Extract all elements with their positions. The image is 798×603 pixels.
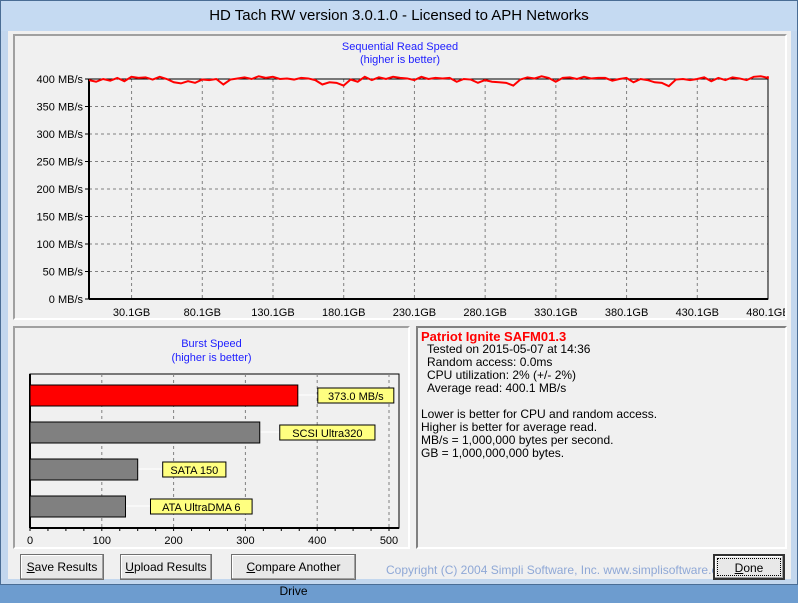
sequential-read-chart: 0 MB/s 50 MB/s 100 MB/s 150 MB/s 200 MB/s 250… (37, 74, 785, 318)
y-tick-label: 350 MB/s (37, 102, 84, 114)
burst-speed-panel: Burst Speed (higher is better) 0 100 200 30… (13, 326, 410, 549)
client-area: Sequential Read Speed (higher is better)… (8, 31, 791, 598)
x-tick-label: 380.1GB (605, 307, 648, 318)
done-label: one (743, 561, 764, 575)
average-read: Average read: 400.1 MB/s (427, 381, 567, 395)
y-tick-label: 250 MB/s (37, 157, 84, 169)
compare-accel: C (246, 560, 256, 574)
burst-bar (29, 458, 139, 481)
x-tick-label: 200 (164, 535, 182, 547)
x-tick-label: 500 (380, 535, 398, 547)
x-tick-label: 400 (308, 535, 326, 547)
save-accel: S (26, 560, 35, 574)
read-speed-line (88, 75, 769, 88)
upload-results-button[interactable]: Upload Results (120, 554, 212, 580)
note-gb: GB = 1,000,000,000 bytes. (421, 446, 565, 460)
done-accel: D (734, 561, 744, 575)
results-info-panel: Patriot Ignite SAFM01.3 Tested on 2015-0… (416, 326, 787, 549)
copyright-link[interactable]: Copyright (C) 2004 Simpli Software, Inc.… (386, 563, 734, 577)
x-tick-label: 480.1GB (746, 307, 785, 318)
save-label: ave Results (34, 560, 98, 574)
x-tick-label: 230.1GB (393, 307, 436, 318)
y-tick-label: 100 MB/s (37, 239, 84, 251)
x-tick-label: 100 (93, 535, 111, 547)
y-tick-label: 200 MB/s (37, 184, 84, 196)
upload-accel: U (125, 560, 134, 574)
compare-label: ompare Another Drive (255, 560, 341, 598)
burst-bar (29, 495, 126, 518)
app-window: HD Tach RW version 3.0.1.0 - Licensed to… (0, 0, 798, 598)
x-tick-label: 30.1GB (113, 307, 150, 318)
bar-label: SATA 150 (170, 465, 218, 477)
burst-bar (29, 384, 299, 407)
x-tick-label: 330.1GB (534, 307, 577, 318)
burst-bar (29, 421, 261, 444)
sequential-read-panel: Sequential Read Speed (higher is better)… (13, 34, 787, 320)
bar-label: ATA UltraDMA 6 (162, 502, 240, 514)
done-button[interactable]: Done (713, 554, 785, 580)
y-tick-label: 50 MB/s (43, 267, 84, 279)
x-tick-label: 0 (27, 535, 33, 547)
x-tick-label: 300 (236, 535, 254, 547)
bar-label: 373.0 MB/s (328, 391, 384, 403)
burst-speed-chart: 0 100 200 300 400 500 373.0 MB/s SCSI Ultra320 S… (27, 373, 400, 547)
y-tick-label: 150 MB/s (37, 212, 84, 224)
x-tick-label: 280.1GB (463, 307, 506, 318)
x-tick-label: 130.1GB (251, 307, 294, 318)
bar-label: SCSI Ultra320 (292, 428, 362, 440)
window-title: HD Tach RW version 3.0.1.0 - Licensed to… (1, 1, 797, 31)
y-tick-label: 0 MB/s (49, 294, 84, 306)
compare-another-drive-button[interactable]: Compare Another Drive (231, 554, 356, 598)
y-tick-label: 400 MB/s (37, 74, 84, 86)
y-tick-label: 300 MB/s (37, 129, 84, 141)
x-tick-label: 430.1GB (676, 307, 719, 318)
save-results-button[interactable]: Save Results (20, 554, 104, 580)
upload-label: pload Results (133, 560, 207, 574)
x-tick-label: 80.1GB (184, 307, 221, 318)
x-tick-label: 180.1GB (322, 307, 365, 318)
